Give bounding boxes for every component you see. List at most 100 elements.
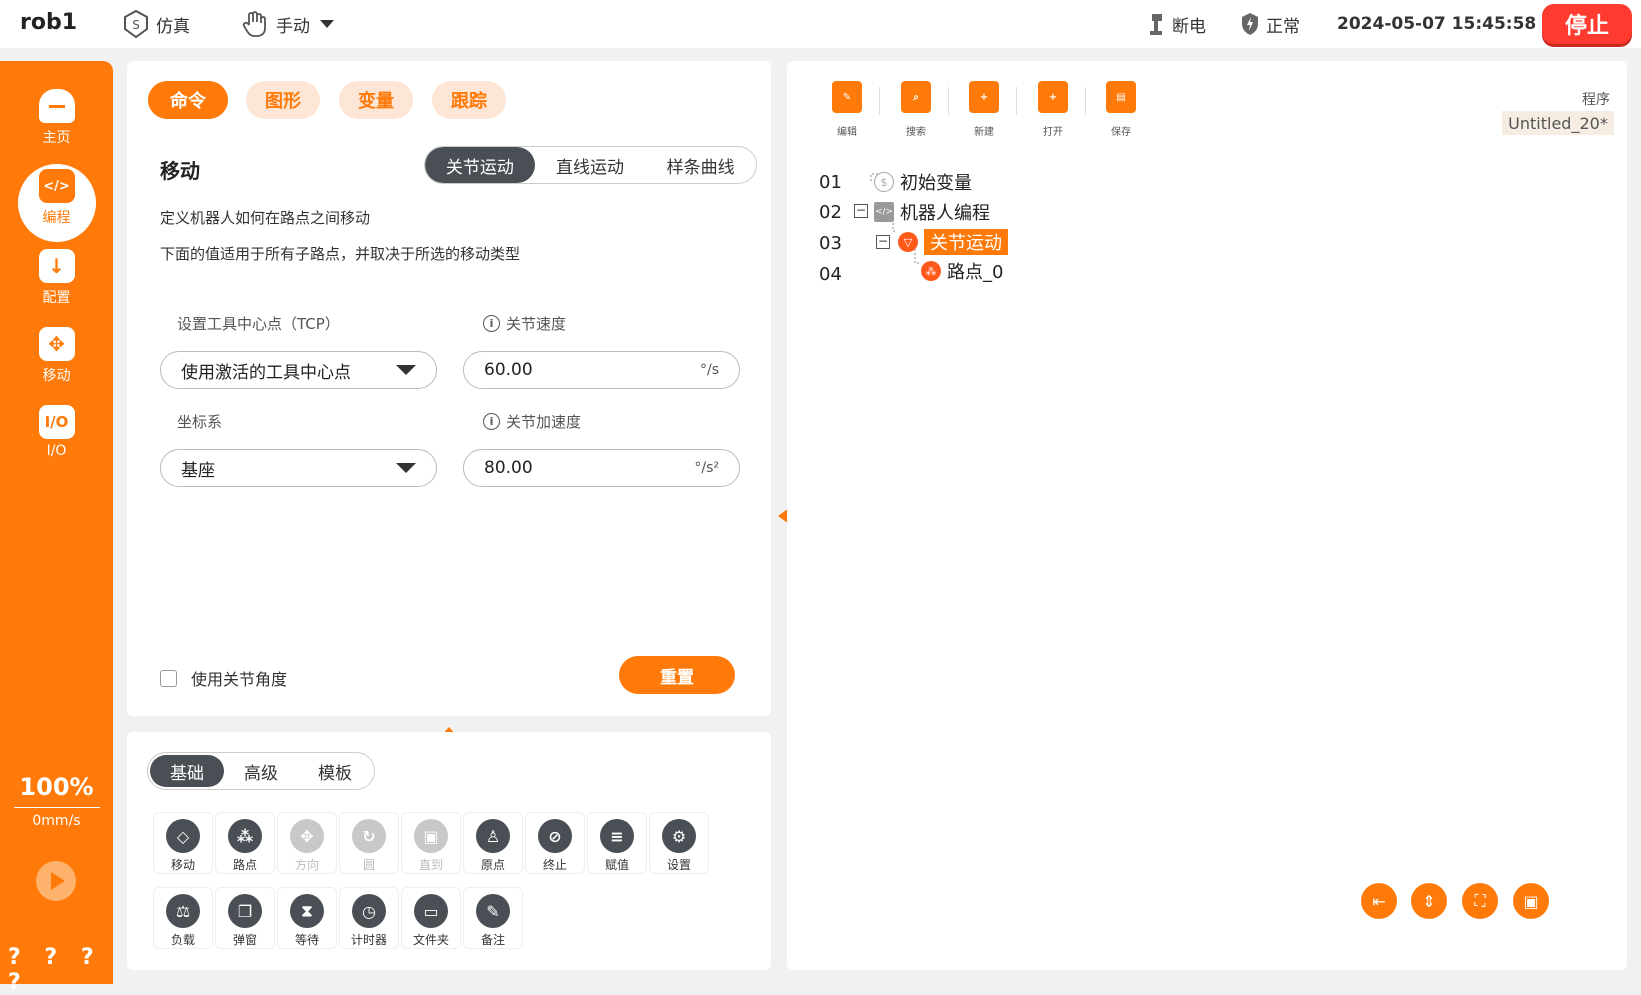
caret-down-icon (396, 365, 416, 375)
line-number: 01 (819, 172, 842, 193)
tab-graphics[interactable]: 图形 (246, 81, 320, 119)
console-icon: ▣ (1523, 891, 1539, 911)
sidebar-item-io[interactable]: I/O I/O (0, 405, 113, 459)
open-folder-icon: + (1038, 81, 1068, 113)
circle-icon: ↻ (352, 819, 386, 853)
description-2: 下面的值适用于所有子路点，并取决于所选的移动类型 (160, 245, 521, 263)
tab-variables[interactable]: 变量 (339, 81, 413, 119)
speed-percent[interactable]: 100% (0, 773, 113, 801)
download-icon: ↓ (38, 249, 75, 283)
sidebar-item-program[interactable]: </> 编程 (0, 169, 113, 227)
sidebar-item-move[interactable]: ✥ 移动 (0, 327, 113, 385)
info-icon[interactable]: i (483, 315, 500, 332)
use-joint-angle-checkbox[interactable]: 使用关节角度 (160, 666, 287, 690)
toolbar-new[interactable]: + 新建 (959, 81, 1009, 138)
move-up-button[interactable]: ⇤ (1361, 883, 1397, 919)
console-button[interactable]: ▣ (1513, 883, 1549, 919)
simulation-toggle[interactable]: S 仿真 (122, 8, 190, 40)
toolbar-save[interactable]: ▤ 保存 (1096, 81, 1146, 138)
cmd-folder[interactable]: ▭ 文件夹 (401, 887, 461, 949)
sidebar: 主页 </> 编程 ↓ 配置 ✥ 移动 I/O I/O 100% 0mm/s ?… (0, 61, 113, 995)
move-icon: ✥ (38, 327, 75, 361)
checkbox-box[interactable] (160, 669, 177, 687)
speed-value: 0mm/s (32, 813, 81, 829)
cmd-home[interactable]: ♙ 原点 (463, 812, 523, 874)
toolbar-divider (1016, 87, 1017, 115)
toolbar-search[interactable]: ⌕ 搜索 (891, 81, 941, 138)
variables-icon: $ (874, 172, 894, 192)
toolbar-label: 新建 (974, 127, 994, 138)
tree-node-waypoint[interactable]: ⁂ 路点_0 (921, 258, 1003, 284)
until-icon: ▣ (414, 819, 448, 853)
halt-icon: ⊘ (538, 819, 572, 853)
payload-icon: ⚖ (166, 894, 200, 928)
tab-basic[interactable]: 基础 (150, 755, 224, 787)
sidebar-item-config[interactable]: ↓ 配置 (0, 249, 113, 307)
move-type-spline[interactable]: 样条曲线 (645, 147, 756, 183)
info-icon[interactable]: i (483, 413, 500, 430)
cmd-assign[interactable]: ≡ 赋值 (587, 812, 647, 874)
move-type-linear[interactable]: 直线运动 (535, 147, 646, 183)
line-number: 02 (819, 202, 842, 223)
program-label: 程序 (1582, 92, 1610, 108)
cmd-until[interactable]: ▣ 直到 (401, 812, 461, 874)
collapse-toggle[interactable]: − (854, 204, 868, 218)
command-panel: 命令 图形 变量 跟踪 移动 关节运动 直线运动 样条曲线 定义机器人如何在路点… (127, 61, 771, 716)
tree-node-joint-move[interactable]: ▽ 关节运动 (898, 229, 1008, 255)
collapse-toggle[interactable]: − (876, 235, 890, 249)
move-node-icon: ▽ (898, 232, 918, 252)
mode-dropdown[interactable]: 手动 (240, 8, 334, 40)
cmd-waypoint[interactable]: ⁂ 路点 (215, 812, 275, 874)
robot-arm-icon (1150, 14, 1162, 35)
cmd-payload[interactable]: ⚖ 负载 (153, 887, 213, 949)
frame-value: 基座 (181, 460, 215, 481)
power-status: 断电 (1146, 8, 1206, 40)
cmd-comment[interactable]: ✎ 备注 (463, 887, 523, 949)
safety-label: 正常 (1266, 16, 1300, 37)
joint-acc-input[interactable]: 80.00 °/s² (463, 449, 740, 487)
move-down-button[interactable]: ⇕ (1411, 883, 1447, 919)
sidebar-item-home[interactable]: 主页 (0, 89, 113, 147)
cmd-halt[interactable]: ⊘ 终止 (525, 812, 585, 874)
cmd-popup[interactable]: ❐ 弹窗 (215, 887, 275, 949)
program-name: Untitled_20* (1502, 111, 1614, 135)
tree-node-init-vars[interactable]: $ 初始变量 (874, 169, 972, 195)
move-type-selector[interactable]: 关节运动 直线运动 样条曲线 (424, 146, 757, 184)
move-cmd-icon: ◇ (166, 819, 200, 853)
cmd-move[interactable]: ◇ 移动 (153, 812, 213, 874)
datetime: 2024-05-07 15:45:58 (1337, 14, 1537, 34)
tree-node-label: 初始变量 (900, 173, 972, 194)
tab-advanced[interactable]: 高级 (224, 755, 298, 787)
joint-acc-value: 80.00 (484, 458, 533, 478)
svg-text:S: S (132, 18, 140, 32)
cmd-label: 直到 (418, 858, 443, 872)
toolbar-open[interactable]: + 打开 (1028, 81, 1078, 138)
joint-speed-input[interactable]: 60.00 °/s (463, 351, 740, 389)
stop-button[interactable]: 停止 (1542, 4, 1632, 44)
reset-button[interactable]: 重置 (619, 656, 735, 694)
cmd-timer[interactable]: ◷ 计时器 (339, 887, 399, 949)
cmd-set[interactable]: ⚙ 设置 (649, 812, 709, 874)
move-type-joint[interactable]: 关节运动 (425, 147, 535, 183)
tab-command[interactable]: 命令 (148, 81, 228, 119)
toolbar-edit[interactable]: ✎ 编辑 (822, 81, 872, 138)
toolbar-label: 搜索 (906, 127, 926, 138)
play-button[interactable] (36, 861, 76, 901)
expand-button[interactable]: ⛶ (1462, 883, 1498, 919)
use-joint-angle-label: 使用关节角度 (191, 670, 288, 689)
section-title: 移动 (160, 159, 200, 183)
palette-tabs[interactable]: 基础 高级 模板 (147, 752, 375, 790)
top-bar: rob1 S 仿真 手动 断电 正常 2024-05-07 15:45:58 停… (0, 0, 1641, 48)
help-marks[interactable]: ? ? ? ? (8, 945, 113, 995)
cmd-direction[interactable]: ✥ 方向 (277, 812, 337, 874)
tab-trace[interactable]: 跟踪 (432, 81, 506, 119)
tree-node-robot-program[interactable]: </> 机器人编程 (874, 199, 990, 225)
power-label: 断电 (1172, 16, 1206, 37)
tcp-select[interactable]: 使用激活的工具中心点 (160, 351, 437, 389)
tab-template[interactable]: 模板 (298, 755, 372, 787)
cmd-circle[interactable]: ↻ 圆 (339, 812, 399, 874)
frame-select[interactable]: 基座 (160, 449, 437, 487)
popup-icon: ❐ (228, 894, 262, 928)
cmd-wait[interactable]: ⧗ 等待 (277, 887, 337, 949)
direction-icon: ✥ (290, 819, 324, 853)
